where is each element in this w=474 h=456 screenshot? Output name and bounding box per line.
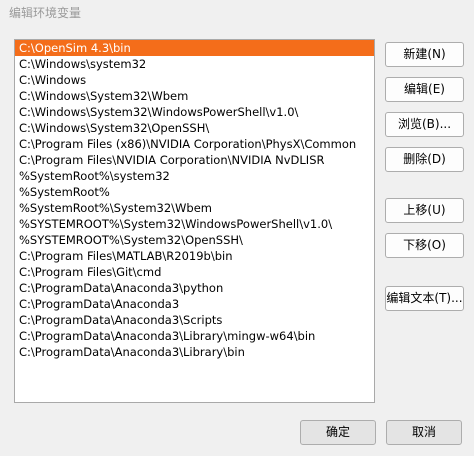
browse-button[interactable]: 浏览(B)... xyxy=(385,112,464,137)
list-item[interactable]: %SystemRoot% xyxy=(15,184,374,200)
list-item[interactable]: %SystemRoot%\System32\Wbem xyxy=(15,200,374,216)
list-item[interactable]: C:\Program Files\MATLAB\R2019b\bin xyxy=(15,248,374,264)
list-item[interactable]: C:\ProgramData\Anaconda3\python xyxy=(15,280,374,296)
list-item[interactable]: %SYSTEMROOT%\System32\WindowsPowerShell\… xyxy=(15,216,374,232)
cancel-button[interactable]: 取消 xyxy=(386,420,462,445)
list-item[interactable]: %SYSTEMROOT%\System32\OpenSSH\ xyxy=(15,232,374,248)
list-item[interactable]: C:\Windows\System32\OpenSSH\ xyxy=(15,120,374,136)
window-title: 编辑环境变量 xyxy=(9,6,82,20)
path-list[interactable]: C:\OpenSim 4.3\bin C:\Windows\system32 C… xyxy=(14,39,375,403)
list-item[interactable]: C:\ProgramData\Anaconda3\Library\bin xyxy=(15,344,374,360)
list-item[interactable]: C:\Program Files (x86)\NVIDIA Corporatio… xyxy=(15,136,374,152)
move-down-button[interactable]: 下移(O) xyxy=(385,233,464,258)
delete-button[interactable]: 删除(D) xyxy=(385,147,464,172)
title-bar: 编辑环境变量 xyxy=(0,0,474,30)
edit-button[interactable]: 编辑(E) xyxy=(385,77,464,102)
list-item[interactable]: C:\Program Files\Git\cmd xyxy=(15,264,374,280)
edit-text-button[interactable]: 编辑文本(T)... xyxy=(385,286,464,311)
list-item[interactable]: C:\Program Files\NVIDIA Corporation\NVID… xyxy=(15,152,374,168)
list-item[interactable]: C:\ProgramData\Anaconda3\Scripts xyxy=(15,312,374,328)
list-item[interactable]: C:\Windows\System32\Wbem xyxy=(15,88,374,104)
list-item[interactable]: C:\ProgramData\Anaconda3\Library\mingw-w… xyxy=(15,328,374,344)
list-item[interactable]: C:\Windows\System32\WindowsPowerShell\v1… xyxy=(15,104,374,120)
ok-button[interactable]: 确定 xyxy=(300,420,376,445)
list-item[interactable]: C:\ProgramData\Anaconda3 xyxy=(15,296,374,312)
new-button[interactable]: 新建(N) xyxy=(385,42,464,67)
move-up-button[interactable]: 上移(U) xyxy=(385,198,464,223)
list-item[interactable]: C:\Windows xyxy=(15,72,374,88)
list-item[interactable]: %SystemRoot%\system32 xyxy=(15,168,374,184)
list-item[interactable]: C:\Windows\system32 xyxy=(15,56,374,72)
list-item[interactable]: C:\OpenSim 4.3\bin xyxy=(15,40,374,56)
